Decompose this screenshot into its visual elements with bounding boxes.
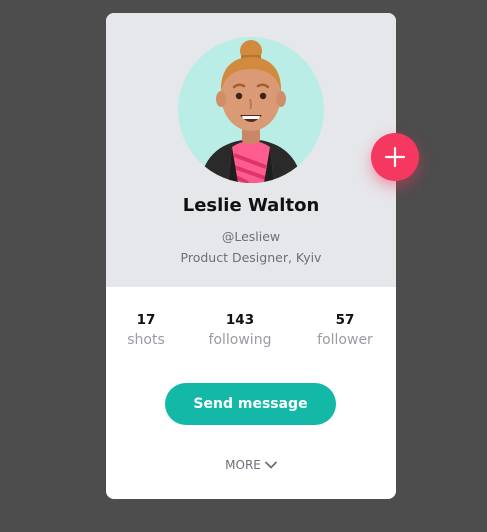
avatar-illustration <box>200 40 302 183</box>
send-message-button[interactable]: Send message <box>165 383 336 425</box>
stat-label: following <box>208 332 272 348</box>
more-link[interactable]: MORE <box>106 458 396 472</box>
profile-card: Leslie Walton @Lesliew Product Designer,… <box>106 13 419 499</box>
profile-header: Leslie Walton @Lesliew Product Designer,… <box>106 13 396 287</box>
add-button[interactable] <box>371 133 419 181</box>
chevron-down-icon <box>264 461 277 469</box>
profile-stats: 17 shots 143 following 57 follower <box>106 312 396 356</box>
profile-name: Leslie Walton <box>182 195 320 216</box>
stat-value: 143 <box>225 312 255 328</box>
stat-shots[interactable]: 17 shots <box>101 312 191 348</box>
stat-label: shots <box>127 332 165 348</box>
stat-value: 57 <box>335 312 355 328</box>
stat-following[interactable]: 143 following <box>195 312 285 348</box>
stat-value: 17 <box>136 312 156 328</box>
stat-label: follower <box>317 332 373 348</box>
profile-handle: @Lesliew <box>221 229 281 244</box>
stat-follower[interactable]: 57 follower <box>300 312 390 348</box>
avatar <box>178 37 324 183</box>
profile-role: Product Designer, Kyiv <box>180 250 322 265</box>
plus-icon <box>384 146 406 168</box>
more-label: MORE <box>225 458 261 472</box>
